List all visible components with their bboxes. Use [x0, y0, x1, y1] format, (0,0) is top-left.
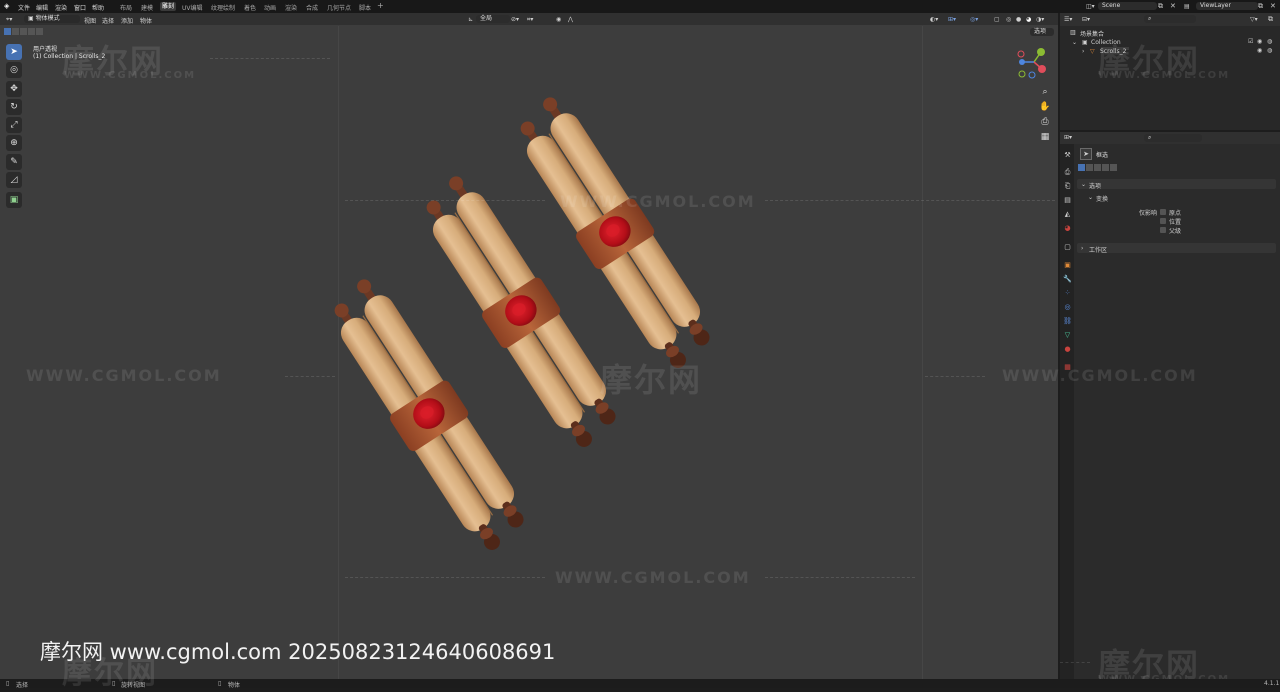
mouse-left-icon: ▯: [6, 680, 10, 687]
watermark-url-right: WWW.CGMOL.COM: [1002, 366, 1198, 385]
copy-layer-icon[interactable]: ⧉: [1258, 2, 1263, 11]
options-panel-label: 选项: [1089, 183, 1102, 190]
watermark-dash: [765, 200, 1055, 202]
watermark-url: WWW.CGMOL.COM: [64, 70, 197, 81]
properties-search-icon: ⌕: [1148, 134, 1152, 141]
collection-icon: ▣: [1082, 39, 1088, 46]
workspace-panel-label: 工作区: [1089, 247, 1108, 254]
mode-extend-icon[interactable]: [1086, 164, 1093, 171]
mouse-right-icon: ▯: [218, 680, 222, 687]
data-tab-icon[interactable]: ▽: [1063, 331, 1072, 340]
mode-new-icon[interactable]: [1078, 164, 1085, 171]
watermark-url-outliner: WWW.CGMOL.COM: [1098, 70, 1231, 81]
chevron-down-icon: ⌄: [1081, 181, 1087, 188]
affect-parents-checkbox[interactable]: [1160, 227, 1166, 233]
modifier-tab-icon[interactable]: 🔧: [1063, 275, 1072, 284]
watermark-dash: [345, 200, 545, 202]
output-tab-icon[interactable]: ⎗: [1063, 182, 1072, 191]
material-tab-icon[interactable]: ●: [1063, 345, 1072, 354]
copy-icon[interactable]: ⧉: [1158, 2, 1163, 11]
outliner-editor-icon[interactable]: ☰▾: [1064, 16, 1072, 23]
affect-only-label: 仅影响: [1139, 210, 1158, 217]
watermark-dash: [1060, 662, 1090, 664]
status-bar: ▯ 选择 ▯ 旋转视图 ▯ 物体 4.1.1: [0, 679, 1280, 689]
chevron-down-icon[interactable]: ⌄: [1072, 39, 1077, 46]
active-tool-label: 框选: [1096, 152, 1109, 159]
watermark-dash: [765, 577, 915, 579]
view-layer-field[interactable]: ViewLayer: [1196, 2, 1258, 10]
properties-editor-icon[interactable]: ⊞▾: [1064, 134, 1072, 141]
view-layer-tab-icon[interactable]: ▤: [1063, 196, 1072, 205]
scene-tab-icon[interactable]: ◭: [1063, 210, 1072, 219]
constraints-tab-icon[interactable]: ⛓: [1063, 317, 1072, 326]
close-layer-icon[interactable]: ✕: [1270, 2, 1276, 10]
properties-header: ⊞▾ ⌕: [1060, 132, 1280, 144]
watermark-url-large: WWW.CGMOL.COM: [26, 366, 222, 385]
world-tab-icon[interactable]: ◕: [1063, 224, 1072, 233]
transform-subpanel-header[interactable]: ⌄ 变换: [1082, 192, 1276, 203]
view-layer-icon[interactable]: ▤: [1184, 3, 1190, 10]
chevron-down-icon: ⌄: [1088, 194, 1094, 201]
affect-origins-label: 原点: [1169, 210, 1182, 217]
physics-tab-icon[interactable]: ◎: [1063, 303, 1072, 312]
workspace-panel-header[interactable]: › 工作区: [1077, 243, 1276, 254]
filter-icon[interactable]: ▽▾: [1250, 16, 1258, 23]
eye-icon[interactable]: ◉: [1257, 47, 1262, 54]
mode-intersect-icon[interactable]: [1110, 164, 1117, 171]
scene-name-field[interactable]: Scene: [1098, 2, 1157, 10]
render-tab-icon[interactable]: ⎙: [1063, 168, 1072, 177]
mesh-object-icon: ▽: [1090, 48, 1095, 55]
scene-collection-icon: ▥: [1070, 29, 1076, 36]
outliner-header: ☰▾ ⊟▾ ⌕ ▽▾ ⧉: [1060, 13, 1280, 26]
chevron-right-icon[interactable]: ›: [1082, 48, 1084, 55]
watermark-url-center: WWW.CGMOL.COM: [560, 192, 756, 211]
camera-render-icon[interactable]: ◍: [1267, 38, 1272, 45]
outliner-search-input[interactable]: ⌕: [1144, 15, 1196, 23]
watermark-dash: [345, 577, 545, 579]
affect-parents-label: 父级: [1169, 228, 1182, 235]
mode-subtract-icon[interactable]: [1094, 164, 1101, 171]
object-tab-icon[interactable]: ▣: [1063, 261, 1072, 270]
watermark-dash: [925, 376, 985, 378]
outliner-filter-mode-icon[interactable]: ⊟▾: [1082, 16, 1090, 23]
watermark-logo-center: 摩尔网: [600, 361, 703, 399]
affect-locations-checkbox[interactable]: [1160, 218, 1166, 224]
watermark-url-bottom: WWW.CGMOL.COM: [555, 568, 751, 587]
options-panel-header[interactable]: ⌄ 选项: [1077, 179, 1276, 190]
mode-invert-icon[interactable]: [1102, 164, 1109, 171]
affect-locations-label: 位置: [1169, 219, 1182, 226]
transform-panel-label: 变换: [1096, 196, 1109, 203]
close-icon[interactable]: ✕: [1170, 2, 1176, 10]
exclude-checkbox[interactable]: ☑: [1248, 38, 1253, 45]
chevron-right-icon: ›: [1081, 245, 1084, 252]
new-collection-icon[interactable]: ⧉: [1268, 15, 1273, 24]
camera-render-icon[interactable]: ◍: [1267, 47, 1272, 54]
select-box-tool-icon: ➤: [1080, 148, 1092, 160]
affect-origins-checkbox[interactable]: [1160, 209, 1166, 215]
watermark-dash: [210, 58, 330, 60]
footer-watermark: 摩尔网 www.cgmol.com 20250823124640608691: [40, 640, 556, 664]
properties-search-input[interactable]: ⌕: [1144, 134, 1202, 142]
eye-icon[interactable]: ◉: [1257, 38, 1262, 45]
particles-tab-icon[interactable]: ⁘: [1063, 289, 1072, 298]
outliner-search-icon: ⌕: [1148, 15, 1152, 22]
collection-tab-icon[interactable]: ▢: [1063, 243, 1072, 252]
tool-tab-icon[interactable]: ⚒: [1063, 151, 1072, 160]
watermark-dash: [285, 376, 335, 378]
scene-icon[interactable]: ◫▾: [1086, 3, 1095, 10]
version-label: 4.1.1: [1264, 680, 1280, 687]
